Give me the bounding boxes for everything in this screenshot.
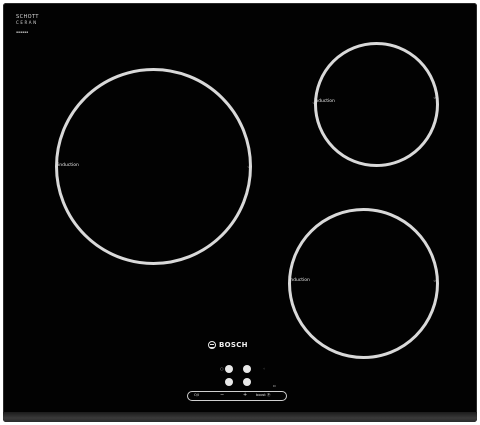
minus-button[interactable]: − xyxy=(220,393,224,398)
cooking-zone-small xyxy=(314,42,439,167)
zone-marker-large-left: ◦ xyxy=(55,164,59,171)
zone-marker-small-left: ◦ xyxy=(312,100,316,107)
glass-maker-logo: SCHOTT CERAN ▪▪▪▪▪▪ xyxy=(16,15,39,35)
plus-button[interactable]: + xyxy=(243,393,247,398)
zone-marker-medium-right: ◦ xyxy=(433,278,437,285)
glass-maker-fineprint: ▪▪▪▪▪▪ xyxy=(16,30,29,34)
zone-marker-medium-left: ◦ xyxy=(288,277,292,284)
zone-select-bottom-left[interactable] xyxy=(225,378,233,386)
timer-indicator-icon: ◦ xyxy=(263,366,266,371)
cooking-zone-medium xyxy=(288,208,439,359)
brand-name: BOSCH xyxy=(219,341,248,349)
power-button[interactable]: O/I xyxy=(194,393,199,398)
brand-mark-icon xyxy=(208,341,216,349)
zone-select-top-right[interactable] xyxy=(243,365,251,373)
zone-marker-large-right: ◦ xyxy=(247,164,251,171)
zone-marker-small-right: ◦ xyxy=(433,95,437,102)
boost-button[interactable]: boost Ⓟ xyxy=(256,393,270,398)
cooktop-glass: SCHOTT CERAN ▪▪▪▪▪▪ induction ◦ ◦ induct… xyxy=(3,3,477,422)
cooking-zone-large xyxy=(55,68,252,265)
glass-maker-sub: CERAN xyxy=(16,20,38,25)
zone-label-large: induction xyxy=(58,163,79,168)
zone-select-bottom-right[interactable] xyxy=(243,378,251,386)
control-slider-strip[interactable] xyxy=(187,391,287,401)
zone-label-small: induction xyxy=(314,99,335,104)
zone-select-top-left[interactable] xyxy=(225,365,233,373)
zone-indicator-icon: ○ xyxy=(220,366,224,371)
brand-logo: BOSCH xyxy=(208,340,248,350)
boost-indicator-icon: ▫ xyxy=(273,383,276,388)
cooktop-front-edge xyxy=(3,412,477,422)
zone-label-medium: induction xyxy=(289,278,310,283)
